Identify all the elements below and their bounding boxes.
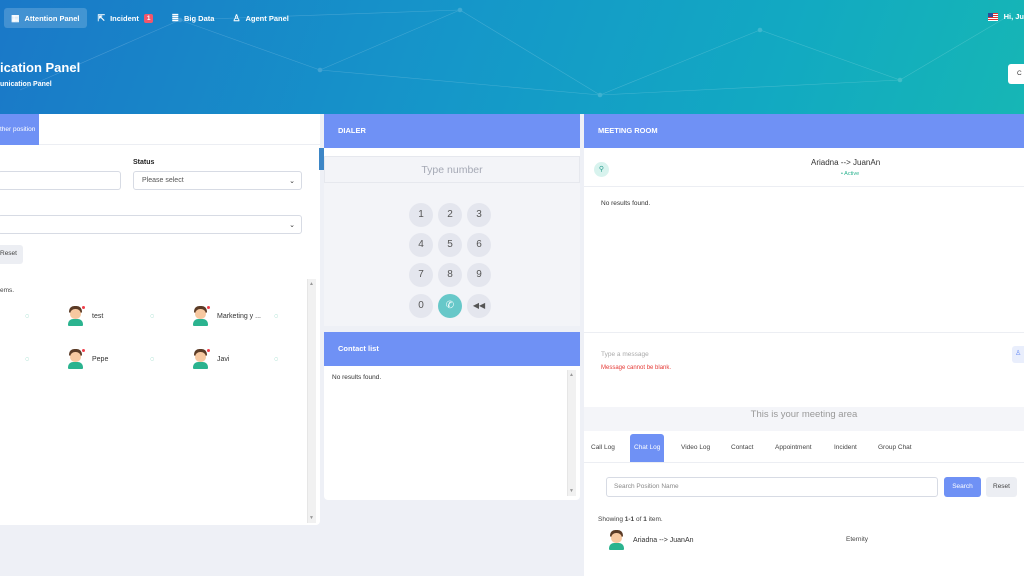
message-composer: Type a message Message cannot be blank. … [584, 332, 1024, 408]
incident-badge: 1 [143, 13, 154, 23]
chat-icon[interactable]: ◌ [25, 313, 29, 320]
avatar [608, 530, 625, 550]
search-button[interactable]: Search [944, 477, 981, 497]
key-7[interactable]: 7 [409, 263, 433, 287]
items-count: ems. [0, 287, 15, 294]
breadcrumb: unication Panel [0, 81, 52, 88]
avatar [192, 305, 211, 326]
key-9[interactable]: 9 [467, 263, 491, 287]
tab-chat-log[interactable]: Chat Log [630, 434, 665, 462]
divider [584, 186, 1024, 187]
tab-group-chat[interactable]: Group Chat [878, 434, 912, 462]
meeting-area: This is your meeting area [584, 407, 1024, 431]
chat-icon[interactable]: ◌ [274, 356, 278, 363]
scroll-up-icon[interactable]: ▲ [309, 281, 314, 287]
list-scrollbar[interactable]: ▲ ▼ [307, 279, 316, 523]
status-label: Status [133, 159, 155, 166]
us-flag-icon[interactable] [987, 12, 998, 21]
key-6[interactable]: 6 [467, 233, 491, 257]
tab-appointment[interactable]: Appointment [775, 434, 812, 462]
meeting-participants: Ariadna --> JuanAn [811, 158, 881, 167]
key-2[interactable]: 2 [438, 203, 462, 227]
message-input[interactable]: Type a message [601, 351, 649, 358]
chevron-down-icon: ⌄ [289, 178, 295, 185]
meeting-room-title: MEETING ROOM [584, 114, 1024, 148]
chat-icon[interactable]: ◌ [150, 313, 154, 320]
chat-icon[interactable]: ◌ [274, 313, 278, 320]
key-3[interactable]: 3 [467, 203, 491, 227]
header-banner: ▦ Attention Panel ⇱ Incident 1 ≣ Big Dat… [0, 0, 1024, 114]
name-field[interactable] [0, 171, 121, 190]
reset-button[interactable]: Reset [986, 477, 1017, 497]
scroll-down-icon[interactable]: ▼ [569, 488, 574, 494]
position-tabs: ther position [0, 114, 320, 145]
share-icon: ⇱ [97, 12, 106, 23]
chat-icon[interactable]: ◌ [150, 356, 154, 363]
tab-contact[interactable]: Contact [731, 434, 753, 462]
status-select[interactable]: Please select ⌄ [133, 171, 302, 190]
nav-incident[interactable]: ⇱ Incident 1 [91, 8, 161, 28]
row-duration: Eternity [846, 536, 869, 543]
nav-big-data[interactable]: ≣ Big Data [164, 8, 221, 28]
message-error: Message cannot be blank. [601, 365, 672, 371]
search-position-input[interactable]: Search Position Name [606, 477, 938, 497]
tab-call-log[interactable]: Call Log [591, 434, 615, 462]
contact-list-panel: Contact list No results found. ▲ ▼ [324, 332, 580, 500]
scroll-down-icon[interactable]: ▼ [309, 515, 314, 521]
results-summary: Showing 1-1 of 1 item. [598, 516, 663, 523]
list-item[interactable]: Pepe [67, 348, 108, 369]
chat-icon[interactable]: ◌ [25, 356, 29, 363]
attach-user-icon[interactable]: ♙ [1012, 346, 1024, 363]
position-panel: ther position Status Please select ⌄ ⌄ R… [0, 114, 320, 525]
user-menu[interactable]: Hi, Ju [987, 12, 1024, 21]
contacts-empty: No results found. [332, 374, 382, 381]
avatar [192, 348, 211, 369]
database-icon: ≣ [171, 12, 180, 23]
avatar [67, 305, 86, 326]
contact-list-title: Contact list [324, 332, 580, 366]
avatar [67, 348, 86, 369]
backspace-button[interactable]: ◀◀ [467, 294, 491, 318]
chevron-down-icon: ⌄ [289, 222, 295, 229]
header-action-button[interactable]: C [1008, 64, 1024, 84]
calendar-icon: ▦ [11, 12, 20, 23]
number-input[interactable]: Type number [324, 156, 580, 183]
reset-button[interactable]: Reset [0, 245, 23, 264]
agent-icon: ♙ [232, 12, 241, 23]
key-8[interactable]: 8 [438, 263, 462, 287]
key-0[interactable]: 0 [409, 294, 433, 318]
phone-icon: ✆ [445, 300, 455, 311]
call-button[interactable]: ✆ [438, 294, 462, 318]
tab-video-log[interactable]: Video Log [681, 434, 710, 462]
status-badge: • Active [841, 171, 860, 177]
contacts-scrollbar[interactable]: ▲ ▼ [567, 370, 576, 496]
meeting-room-panel: MEETING ROOM ⚲ Ariadna --> JuanAn • Acti… [584, 114, 1024, 576]
page-title: ication Panel [0, 60, 81, 75]
tab-other-position[interactable]: ther position [0, 114, 39, 145]
nav-attention-panel[interactable]: ▦ Attention Panel [4, 8, 87, 28]
list-item[interactable]: Javi [192, 348, 229, 369]
top-navigation: ▦ Attention Panel ⇱ Incident 1 ≣ Big Dat… [4, 8, 296, 28]
scroll-up-icon[interactable]: ▲ [569, 372, 574, 378]
filter-select[interactable]: ⌄ [0, 215, 302, 234]
key-5[interactable]: 5 [438, 233, 462, 257]
key-1[interactable]: 1 [409, 203, 433, 227]
log-tabs: Call Log Chat Log Video Log Contact Appo… [584, 431, 1024, 463]
rewind-icon: ◀◀ [472, 301, 486, 310]
dialer-panel: DIALER Type number 1 2 3 4 5 6 7 8 9 0 ✆… [324, 114, 580, 326]
dialer-title: DIALER [324, 114, 580, 148]
tab-incident[interactable]: Incident [834, 434, 857, 462]
list-item[interactable]: Marketing y ... [192, 305, 261, 326]
table-row[interactable]: Ariadna --> JuanAn [608, 530, 694, 550]
list-item[interactable]: test [67, 305, 103, 326]
nav-agent-panel[interactable]: ♙ Agent Panel [225, 8, 295, 28]
search-icon[interactable]: ⚲ [594, 162, 609, 177]
key-4[interactable]: 4 [409, 233, 433, 257]
meeting-empty: No results found. [601, 200, 651, 207]
